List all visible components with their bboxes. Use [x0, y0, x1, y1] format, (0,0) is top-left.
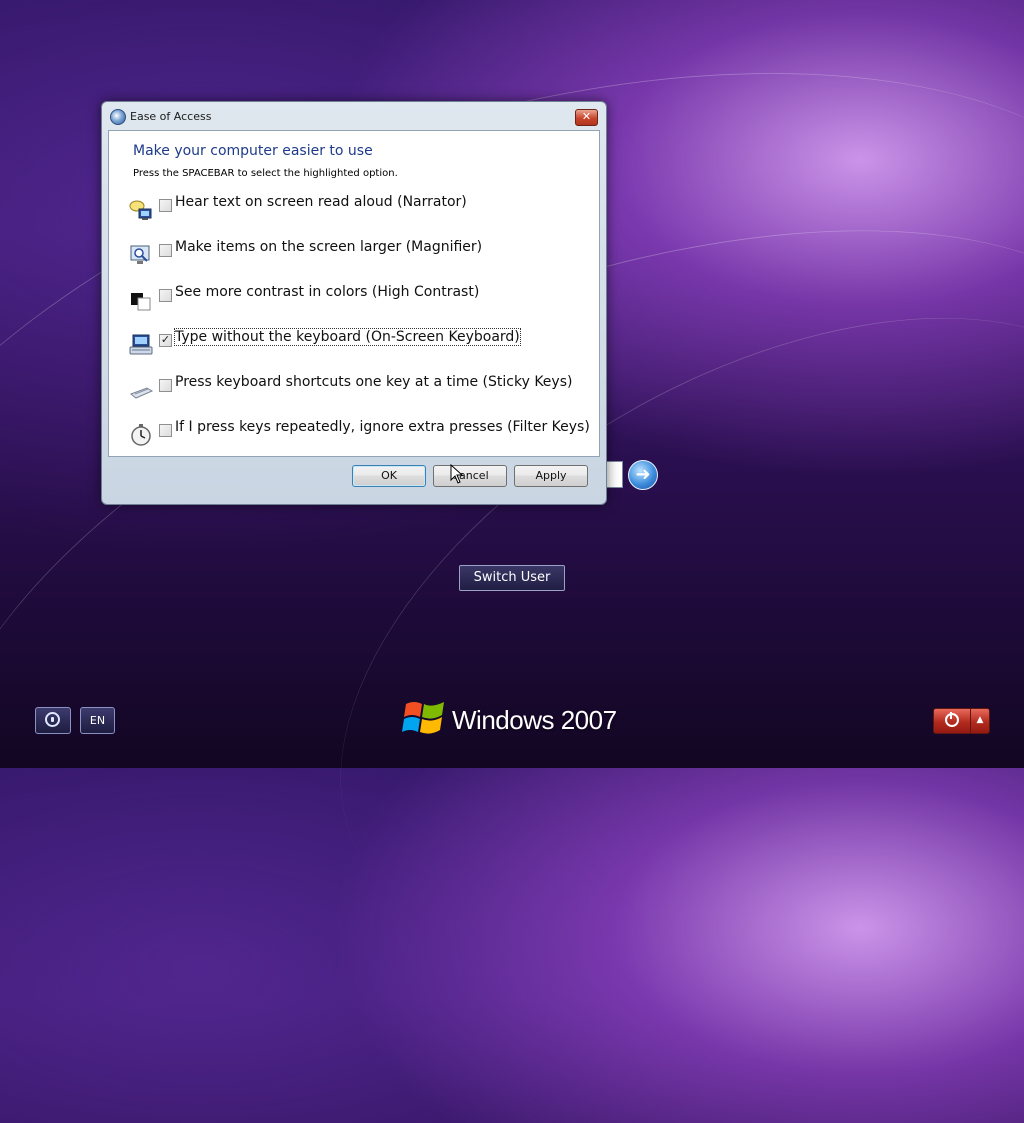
option-label[interactable]: Type without the keyboard (On-Screen Key… [174, 328, 521, 346]
on-screen-keyboard-checkbox[interactable]: ✓ [159, 334, 172, 347]
filter-keys-icon [131, 424, 151, 446]
dialog-footer: OK Cancel Apply [108, 456, 598, 496]
option-label[interactable]: Make items on the screen larger (Magnifi… [175, 239, 482, 255]
option-filter-keys[interactable]: If I press keys repeatedly, ignore extra… [129, 419, 590, 453]
close-button[interactable]: ✕ [575, 109, 598, 126]
high-contrast-icon [131, 293, 151, 311]
language-button[interactable]: EN [80, 707, 115, 734]
shutdown-options-button[interactable]: ▲ [970, 708, 990, 734]
mouse-cursor-icon [450, 464, 464, 484]
close-icon: ✕ [581, 110, 592, 123]
ok-button[interactable]: OK [352, 465, 426, 487]
windows-brand: Windows 2007 [402, 697, 632, 741]
dialog-subheading: Press the SPACEBAR to select the highlig… [133, 168, 398, 179]
option-label[interactable]: Hear text on screen read aloud (Narrator… [175, 194, 467, 210]
sticky-keys-icon [130, 387, 153, 399]
chevron-up-icon: ▲ [976, 715, 984, 725]
sticky-keys-checkbox[interactable] [159, 379, 172, 392]
on-screen-keyboard-icon [129, 334, 153, 355]
windows-logo-icon [402, 702, 444, 734]
option-label[interactable]: If I press keys repeatedly, ignore extra… [175, 419, 590, 435]
option-high-contrast[interactable]: See more contrast in colors (High Contra… [129, 284, 589, 318]
option-magnifier[interactable]: Make items on the screen larger (Magnifi… [129, 239, 589, 273]
ease-of-access-icon [110, 109, 126, 125]
filter-keys-checkbox[interactable] [159, 424, 172, 437]
shutdown-button[interactable] [933, 708, 971, 734]
brand-text: Windows 2007 [452, 705, 617, 735]
ease-of-access-icon [45, 712, 60, 727]
ease-of-access-button[interactable] [35, 707, 71, 734]
dialog-content: Make your computer easier to use Press t… [108, 130, 600, 457]
option-on-screen-keyboard[interactable]: ✓ Type without the keyboard (On-Screen K… [129, 328, 589, 363]
arrow-right-icon: ➜ [635, 464, 651, 485]
power-icon [945, 712, 959, 727]
option-narrator[interactable]: Hear text on screen read aloud (Narrator… [129, 194, 589, 228]
apply-button[interactable]: Apply [514, 465, 588, 487]
title-bar[interactable]: Ease of Access ✕ [102, 102, 606, 130]
switch-user-button[interactable]: Switch User [459, 565, 565, 591]
high-contrast-checkbox[interactable] [159, 289, 172, 302]
option-label[interactable]: Press keyboard shortcuts one key at a ti… [175, 374, 572, 390]
magnifier-checkbox[interactable] [159, 244, 172, 257]
submit-arrow-button[interactable]: ➜ [628, 460, 658, 490]
magnifier-icon [130, 245, 150, 264]
cancel-button[interactable]: Cancel [433, 465, 507, 487]
option-label[interactable]: See more contrast in colors (High Contra… [175, 284, 479, 300]
ease-of-access-dialog: Ease of Access ✕ Make your computer easi… [101, 101, 607, 505]
option-sticky-keys[interactable]: Press keyboard shortcuts one key at a ti… [129, 374, 589, 408]
dialog-heading: Make your computer easier to use [133, 143, 373, 159]
narrator-checkbox[interactable] [159, 199, 172, 212]
dialog-title: Ease of Access [130, 110, 212, 123]
narrator-icon [129, 200, 152, 220]
